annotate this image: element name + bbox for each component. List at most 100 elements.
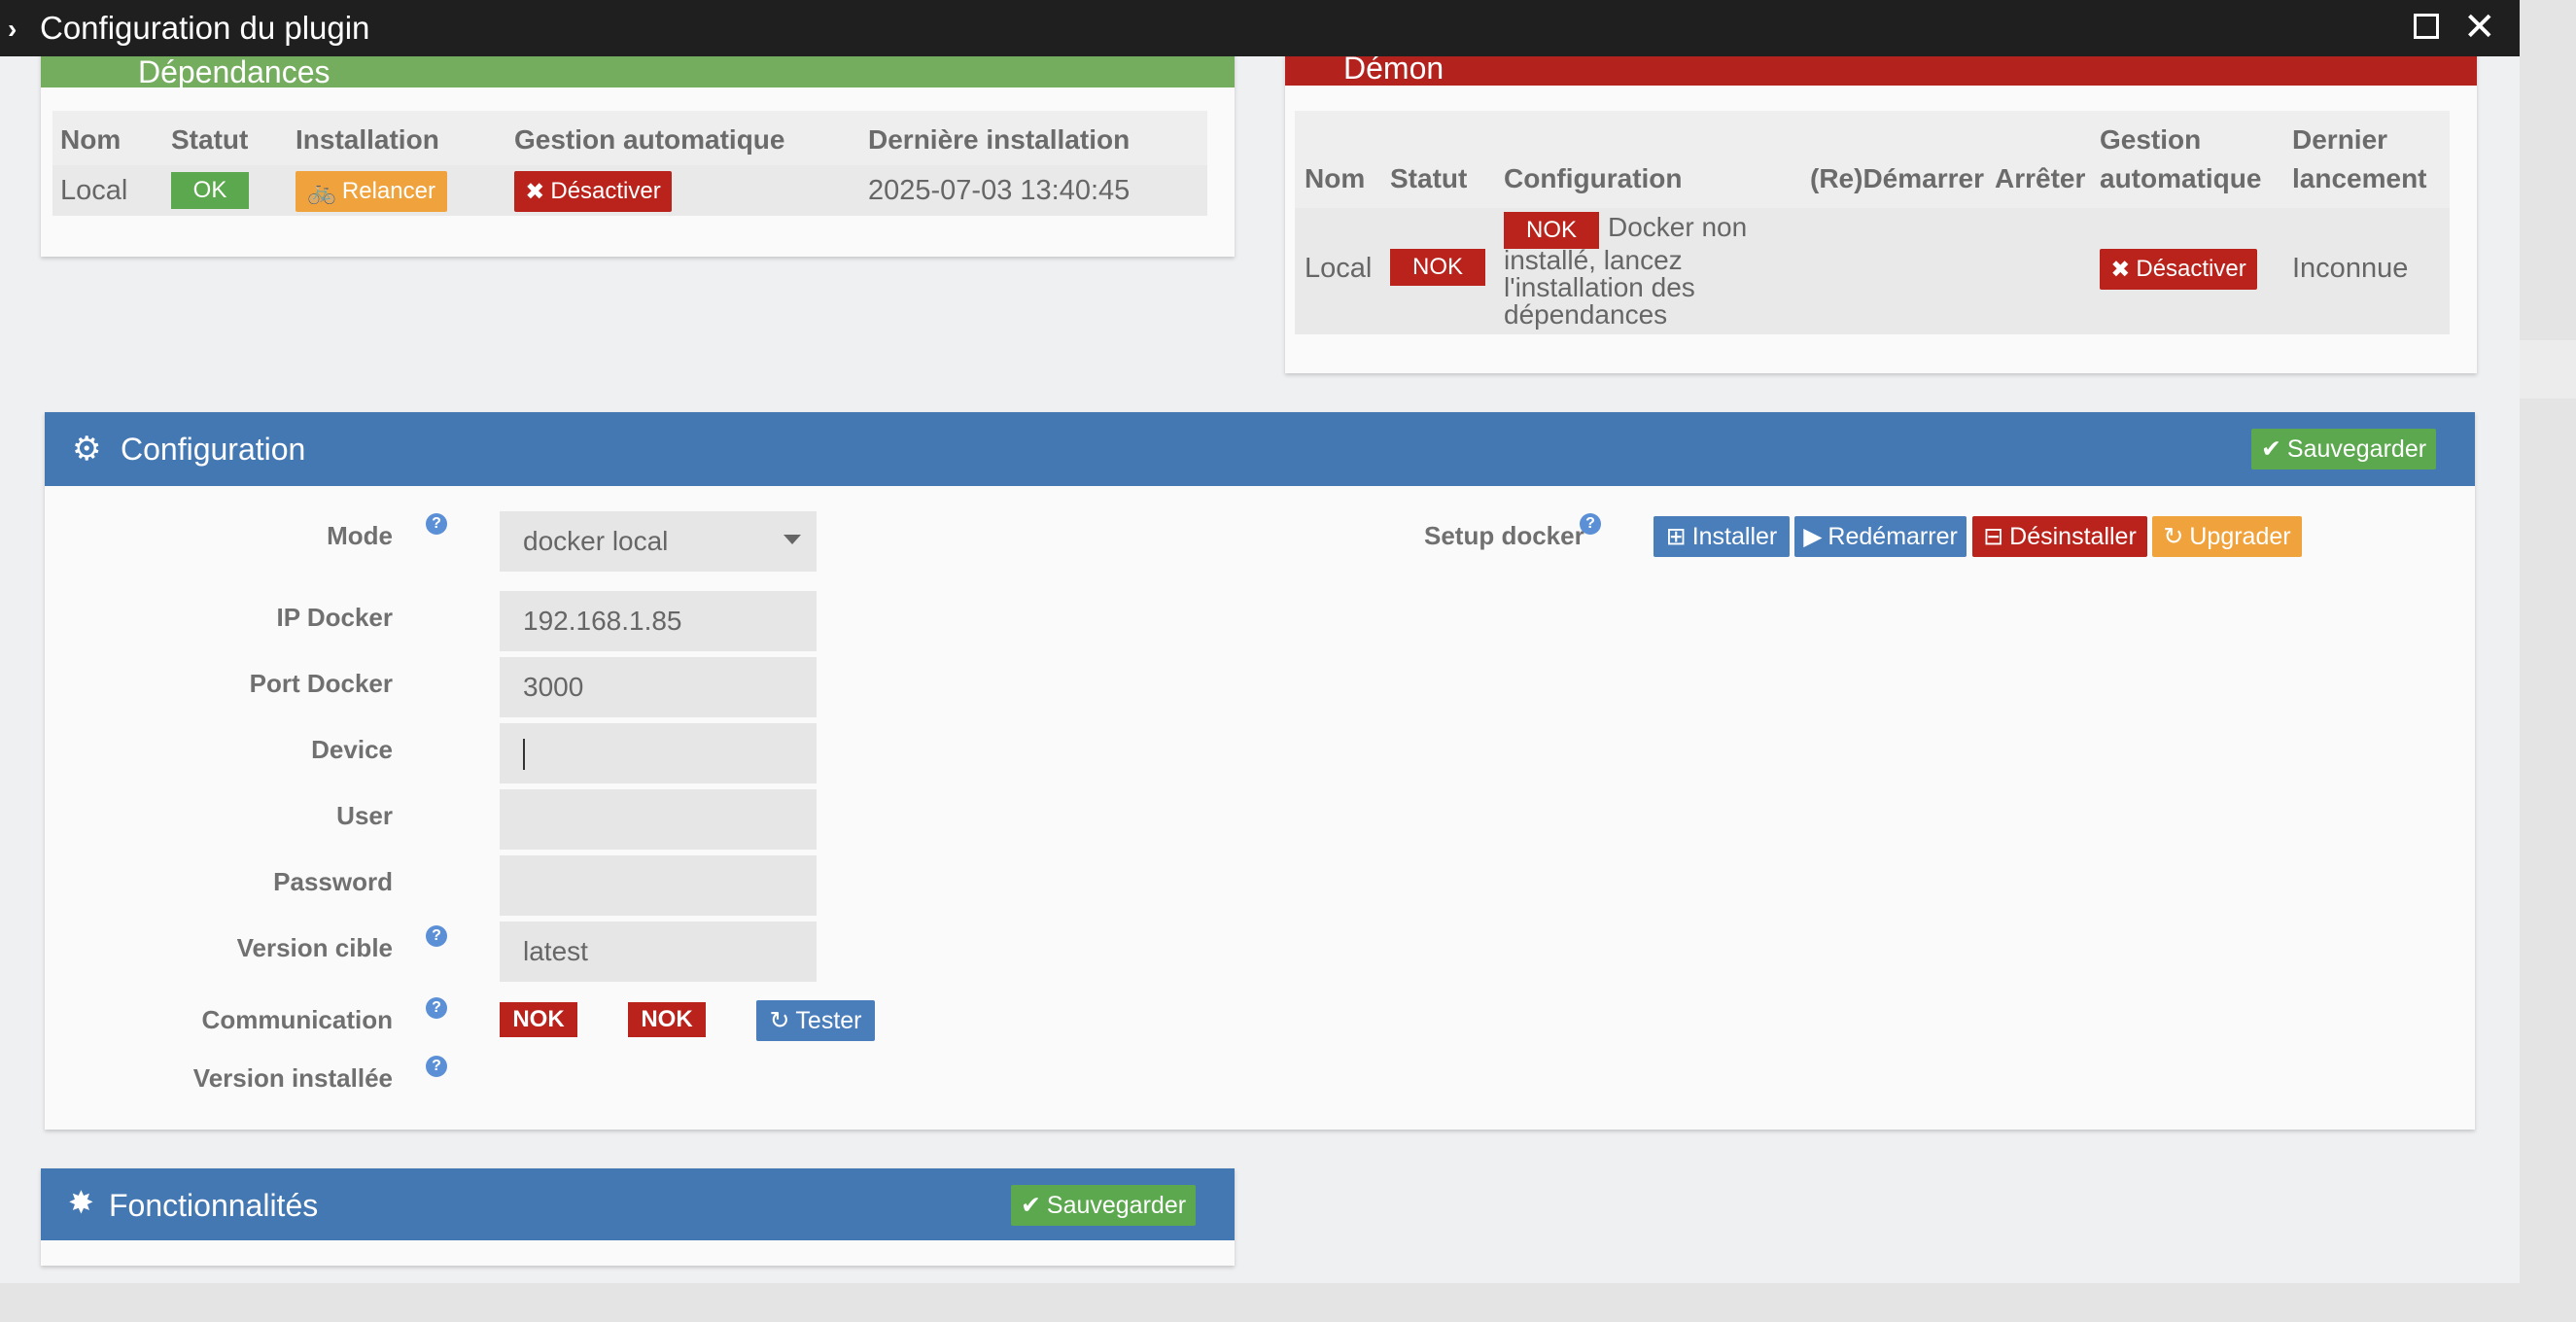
column-header: Installation (296, 124, 439, 155)
ip-docker-label: IP Docker (276, 603, 393, 632)
column-header: Dernière installation (868, 124, 1131, 155)
dependances-table: Nom Statut Installation Gestion automati… (52, 111, 1207, 216)
mode-select[interactable]: docker local (500, 511, 817, 572)
status-badge-nok: NOK (1390, 249, 1485, 286)
configuration-header: ⚙ Configuration ✔ Sauvegarder (45, 412, 2475, 486)
device-input[interactable] (500, 723, 817, 783)
save-label: Sauvegarder (1046, 1191, 1187, 1219)
relancer-label: Relancer (341, 178, 435, 204)
fonctionnalites-panel: ✸ Fonctionnalités ✔ Sauvegarder (41, 1168, 1235, 1266)
config-text: dépendances (1504, 299, 1668, 330)
column-header: Dernier (2292, 124, 2388, 155)
maximize-icon[interactable] (2414, 14, 2439, 39)
demon-panel: Démon Nom Statut Configuration (Re)Démar… (1285, 39, 2477, 373)
help-icon[interactable]: ? (426, 513, 447, 535)
column-header: Statut (171, 124, 249, 155)
background-strip (2520, 340, 2576, 399)
gears-icon: ⚙ (72, 431, 102, 468)
column-header: Statut (1390, 163, 1468, 193)
mode-label: Mode (327, 521, 393, 550)
config-text: Docker non (1608, 212, 1748, 242)
dependances-panel: Dépendances Nom Statut Installation Gest… (41, 39, 1235, 257)
column-header: Gestion automatique (514, 124, 785, 155)
redemarrer-button[interactable]: ▶ Redémarrer (1794, 516, 1967, 557)
column-header: Nom (60, 124, 122, 155)
fonctionnalites-save-button[interactable]: ✔ Sauvegarder (1011, 1185, 1196, 1226)
close-icon[interactable]: ✕ (2463, 8, 2496, 47)
column-header: Configuration (1504, 163, 1683, 193)
help-icon[interactable]: ? (426, 925, 447, 947)
setup-docker-label: Setup docker (1424, 521, 1584, 550)
tester-button[interactable]: ↻ Tester (756, 1000, 875, 1041)
help-icon[interactable]: ? (1580, 513, 1601, 535)
demon-nom: Local (1305, 253, 1373, 284)
dep-desactiver-button[interactable]: ✖ Désactiver (514, 171, 672, 212)
help-icon[interactable]: ? (426, 1056, 447, 1077)
status-badge-ok: OK (171, 172, 249, 209)
column-header: Arrêter (1995, 163, 2086, 193)
puzzle-icon: ✸ (68, 1185, 94, 1220)
port-docker-input[interactable] (500, 657, 817, 717)
minus-square-icon: ⊟ (1983, 523, 2004, 550)
config-badge-nok: NOK (1504, 212, 1599, 249)
upgrader-label: Upgrader (2189, 522, 2291, 550)
comm-badge-nok: NOK (500, 1002, 577, 1037)
desinstaller-button[interactable]: ⊟ Désinstaller (1972, 516, 2147, 557)
ip-docker-input[interactable] (500, 591, 817, 651)
relancer-button[interactable]: 🚲 Relancer (296, 171, 447, 212)
tester-label: Tester (795, 1006, 862, 1034)
upgrader-button[interactable]: ↻ Upgrader (2152, 516, 2302, 557)
comm-badge-nok: NOK (628, 1002, 706, 1037)
password-label: Password (273, 867, 393, 896)
check-circle-icon: ✔ (1020, 1192, 1041, 1219)
check-circle-icon: ✔ (2260, 435, 2281, 463)
installer-label: Installer (1691, 522, 1778, 550)
column-header: Nom (1305, 163, 1366, 193)
demon-desactiver-button[interactable]: ✖ Désactiver (2100, 249, 2257, 290)
user-input[interactable] (500, 789, 817, 850)
config-save-button[interactable]: ✔ Sauvegarder (2251, 429, 2436, 470)
table-row: Local OK 🚲 Relancer ✖ Désactiver 2025-07… (52, 165, 1207, 216)
caret-down-icon (783, 535, 801, 544)
column-header: Gestion (2100, 124, 2202, 155)
help-icon[interactable]: ? (426, 997, 447, 1019)
save-label: Sauvegarder (2286, 435, 2427, 463)
dependances-title: Dépendances (138, 54, 331, 89)
refresh-icon: ↻ (769, 1007, 790, 1034)
desinstaller-label: Désinstaller (2009, 522, 2137, 550)
plugin-config-modal: › Configuration du plugin ✕ Dépendances … (0, 0, 2520, 1283)
bicycle-icon: 🚲 (307, 178, 336, 205)
device-label: Device (311, 735, 393, 764)
modal-titlebar: › Configuration du plugin ✕ (0, 0, 2520, 56)
fonctionnalites-title: Fonctionnalités (109, 1188, 319, 1223)
derniere-installation: 2025-07-03 13:40:45 (868, 175, 1131, 206)
plus-square-icon: ⊞ (1665, 523, 1687, 550)
x-icon: ✖ (2110, 256, 2131, 283)
version-cible-label: Version cible (236, 933, 393, 962)
chevron-right-icon[interactable]: › (8, 14, 17, 45)
background-right (2520, 0, 2576, 1322)
user-label: User (336, 801, 393, 830)
installer-button[interactable]: ⊞ Installer (1654, 516, 1790, 557)
demon-table: Nom Statut Configuration (Re)Démarrer Ar… (1295, 111, 2450, 334)
column-header: lancement (2292, 163, 2427, 193)
communication-label: Communication (201, 1005, 393, 1034)
version-cible-input[interactable] (500, 922, 817, 982)
port-docker-label: Port Docker (249, 669, 393, 698)
mode-value: docker local (523, 526, 669, 556)
column-header: (Re)Démarrer (1810, 163, 1984, 193)
column-header: automatique (2100, 163, 2262, 193)
configuration-title: Configuration (121, 432, 306, 467)
refresh-icon: ↻ (2163, 523, 2184, 550)
text-cursor (523, 739, 525, 770)
password-input[interactable] (500, 855, 817, 916)
redemarrer-label: Redémarrer (1828, 522, 1958, 550)
dep-nom: Local (60, 175, 128, 206)
play-icon: ▶ (1803, 523, 1823, 550)
x-icon: ✖ (525, 178, 545, 205)
fonctionnalites-header: ✸ Fonctionnalités ✔ Sauvegarder (41, 1168, 1235, 1240)
dernier-lancement: Inconnue (2292, 253, 2409, 284)
table-row: Local NOK NOK Docker non installé, lance… (1295, 208, 2450, 334)
version-installee-label: Version installée (192, 1063, 393, 1093)
modal-title: Configuration du plugin (40, 10, 370, 46)
